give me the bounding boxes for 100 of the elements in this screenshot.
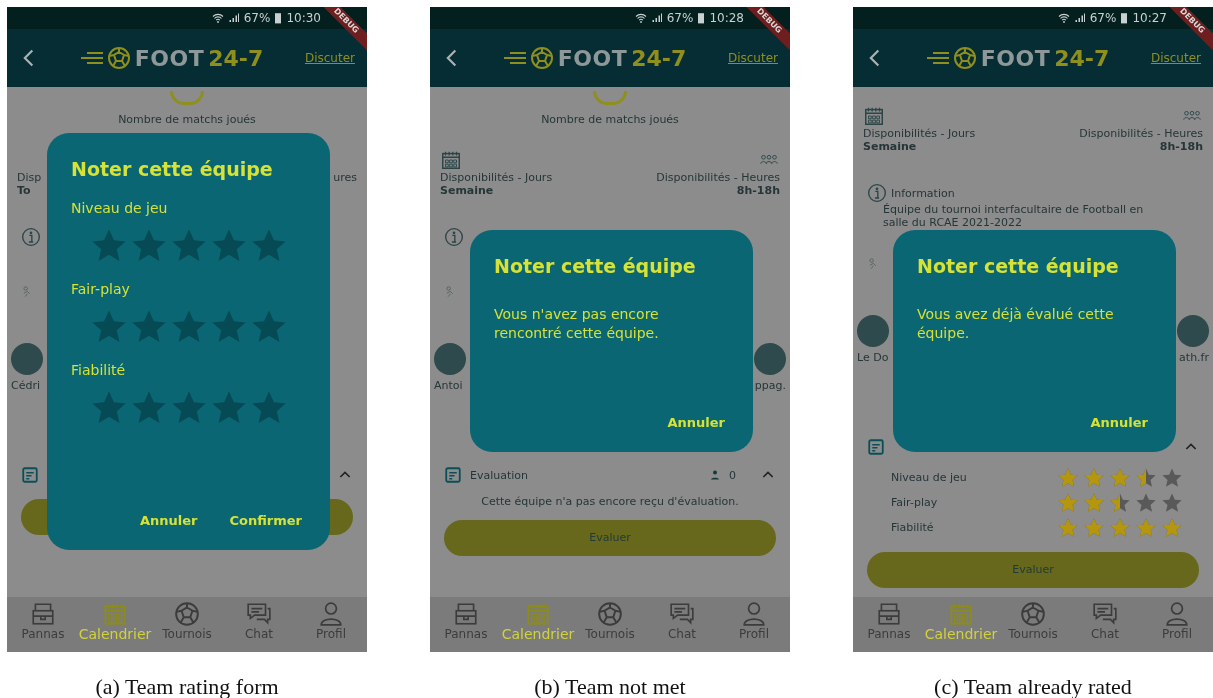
player-name: Le Do [857, 351, 889, 364]
player-name: ppag. [754, 379, 786, 392]
battery-level: 67% [243, 10, 271, 27]
person-icon [709, 469, 721, 481]
rating-label: Fair-play [71, 279, 131, 299]
cancel-button[interactable]: Annuler [663, 410, 729, 434]
nav-tab[interactable]: Tournois [997, 597, 1069, 652]
logo-text: FOOT [980, 44, 1051, 73]
chat-icon [669, 601, 695, 627]
figure-caption: (b) Team not met [533, 673, 687, 698]
wifi-icon [211, 12, 224, 24]
person-icon [741, 601, 767, 627]
battery-icon [697, 12, 706, 24]
rating-label: Niveau de jeu [71, 198, 169, 218]
clock: 10:30 [286, 10, 321, 27]
avatar [434, 343, 466, 375]
wifi-icon [1057, 12, 1070, 24]
info-icon [21, 227, 41, 247]
dialog-message: Vous n'avez pas encore rencontré cette équipe. [494, 304, 660, 343]
rating-label: Fiabilité [71, 360, 127, 380]
document-icon [867, 438, 885, 456]
chat-link[interactable]: Discuter [727, 49, 778, 67]
stat-label: Nombre de matchs joués [118, 113, 256, 126]
evaluate-button[interactable]: Evaluer [867, 552, 1199, 588]
chat-link[interactable]: Discuter [1150, 49, 1201, 67]
nav-tab[interactable]: Pannas [853, 597, 925, 652]
player-name: Cédri [11, 379, 40, 392]
nav-tab[interactable]: Calendrier [925, 597, 997, 652]
section-title: Evaluation [470, 468, 529, 482]
calendar-icon [525, 601, 551, 627]
star-icon [1161, 516, 1183, 539]
nav-tab[interactable]: Pannas [430, 597, 502, 652]
chat-link[interactable]: Discuter [304, 49, 355, 67]
avatar [754, 343, 786, 375]
availability-value: 8h-18h [736, 184, 780, 197]
star-icon [1083, 516, 1105, 539]
figure-caption: (a) Team rating form [94, 673, 280, 698]
battery-icon [274, 12, 283, 24]
ball-icon [952, 46, 977, 70]
nav-tab[interactable]: Calendrier [502, 597, 574, 652]
speed-lines-icon [503, 51, 526, 65]
calendar-icon [102, 601, 128, 627]
cancel-button[interactable]: Annuler [1086, 410, 1152, 434]
availability-label: Disponibilités - Heures [656, 171, 780, 184]
evaluate-button[interactable]: Evaluer [444, 520, 776, 556]
nav-tab[interactable]: Tournois [574, 597, 646, 652]
availability-label: Disponibilités - Heures [1079, 127, 1203, 140]
chat-icon [246, 601, 272, 627]
empty-message: Cette équipe n'a pas encore reçu d'évaluation. [480, 495, 740, 508]
person-icon [318, 601, 344, 627]
cancel-button[interactable]: Annuler [135, 508, 202, 532]
availability-label: ures [333, 171, 357, 184]
confirm-button[interactable]: Confirmer [225, 508, 306, 532]
star-icon [1135, 516, 1157, 539]
availability-value: To [17, 184, 31, 197]
battery-level: 67% [666, 10, 694, 27]
speed-lines-icon [926, 51, 949, 65]
nav-tab[interactable]: Calendrier [79, 597, 151, 652]
star-icon [1057, 516, 1079, 539]
ball-icon [106, 46, 131, 70]
rating-label: Fiabilité [891, 521, 934, 534]
availability-value: Semaine [440, 184, 494, 197]
clock: 10:27 [1132, 10, 1167, 27]
nav-tab[interactable]: Profil [295, 597, 367, 652]
star-icon [1109, 516, 1131, 539]
progress-ring [170, 91, 204, 105]
nav-tab[interactable]: Tournois [151, 597, 223, 652]
star-icon [1109, 491, 1131, 514]
avatar [857, 315, 889, 347]
chest-icon [30, 601, 56, 627]
player-name: Antoi [434, 379, 463, 392]
nav-tab[interactable]: Chat [1069, 597, 1141, 652]
stat-label: Nombre de matchs joués [541, 113, 679, 126]
star-icon [1135, 491, 1157, 514]
info-icon [867, 183, 887, 203]
rating-count: 0 [729, 468, 736, 482]
dialog-title: Noter cette équipe [494, 254, 697, 279]
person-icon [1164, 601, 1190, 627]
speed-lines-icon [80, 51, 103, 65]
nav-tab[interactable]: Profil [1141, 597, 1213, 652]
nav-tab[interactable]: Pannas [7, 597, 79, 652]
info-text: Équipe du tournoi interfacultaire de Football en salle du RCAE 2021-2022 [882, 203, 1145, 229]
player-name: ath.fr [1179, 351, 1209, 364]
avatar [1177, 315, 1209, 347]
nav-tab[interactable]: Profil [718, 597, 790, 652]
signal-icon [650, 12, 663, 24]
nav-tab[interactable]: Chat [223, 597, 295, 652]
calendar-icon [948, 601, 974, 627]
progress-ring [593, 91, 627, 105]
signal-icon [227, 12, 240, 24]
wifi-icon [634, 12, 647, 24]
star-icon [1057, 491, 1079, 514]
clock: 10:28 [709, 10, 744, 27]
figure-caption: (c) Team already rated [933, 673, 1133, 698]
logo-text: 24-7 [1054, 44, 1110, 73]
document-icon [444, 466, 462, 484]
battery-icon [1120, 12, 1129, 24]
nav-tab[interactable]: Chat [646, 597, 718, 652]
chest-icon [453, 601, 479, 627]
dialog-title: Noter cette équipe [71, 157, 274, 182]
